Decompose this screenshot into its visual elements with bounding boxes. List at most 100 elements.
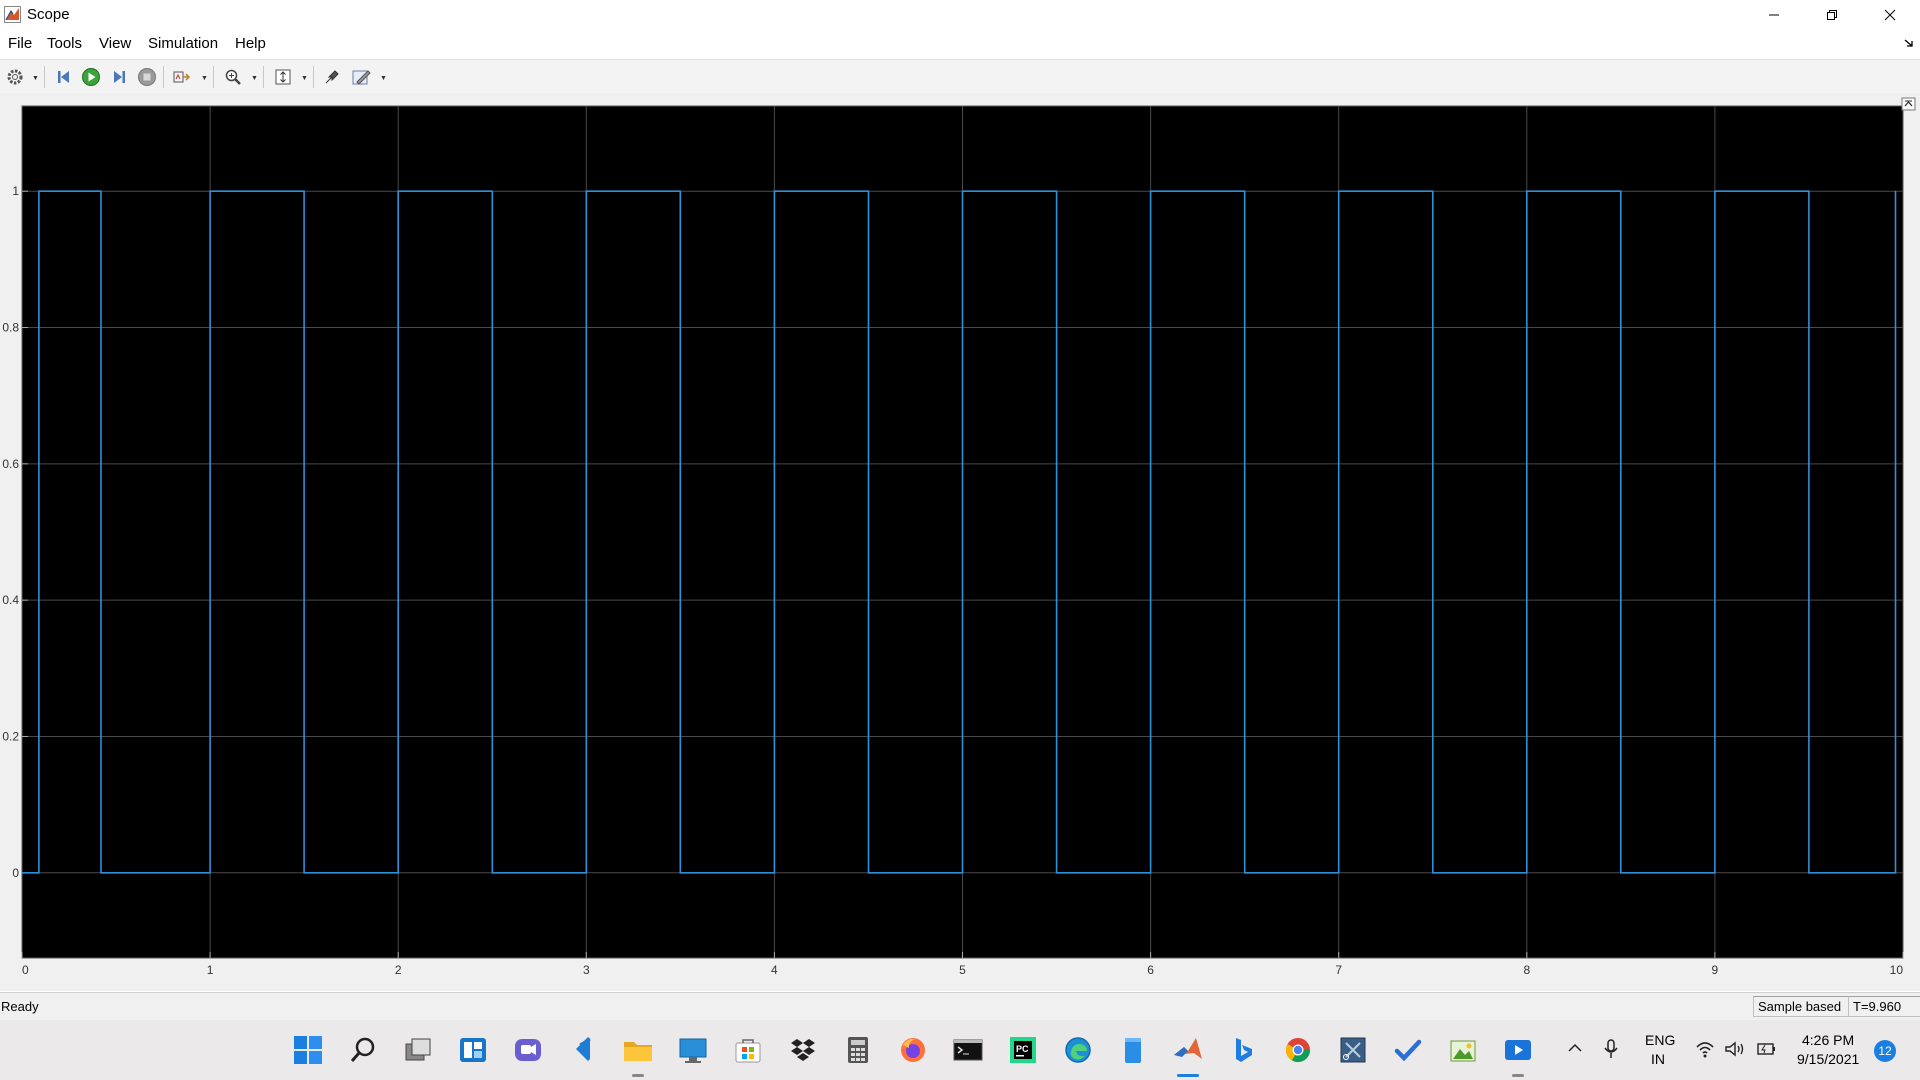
signal-point bbox=[867, 872, 870, 874]
signal-point bbox=[585, 872, 587, 874]
todo-button[interactable] bbox=[1390, 1032, 1426, 1068]
step-back-button[interactable] bbox=[53, 66, 75, 88]
battery-icon[interactable] bbox=[1754, 1040, 1776, 1058]
clock-date[interactable]: 9/15/2021 bbox=[1797, 1051, 1859, 1067]
menu-help[interactable]: Help bbox=[235, 35, 266, 52]
signal-selector-button[interactable] bbox=[172, 66, 194, 88]
scale-axes-button[interactable] bbox=[272, 66, 294, 88]
calculator-button[interactable] bbox=[840, 1032, 876, 1068]
sample-mode-indicator: Sample based bbox=[1753, 996, 1849, 1017]
terminal-button[interactable] bbox=[950, 1032, 986, 1068]
input-language-region[interactable]: IN bbox=[1651, 1051, 1665, 1067]
minimize-button[interactable] bbox=[1745, 0, 1803, 29]
dropbox-button[interactable] bbox=[785, 1032, 821, 1068]
task-view-button[interactable] bbox=[400, 1032, 436, 1068]
remote-desktop-button[interactable] bbox=[675, 1032, 711, 1068]
signal-selector-icon bbox=[173, 71, 191, 83]
task-view-icon bbox=[405, 1038, 431, 1061]
signal-point bbox=[773, 872, 776, 874]
microphone-icon[interactable] bbox=[1603, 1038, 1619, 1060]
step-forward-button[interactable] bbox=[108, 66, 130, 88]
windows-start-button[interactable] bbox=[290, 1032, 326, 1068]
signal-point bbox=[1620, 190, 1622, 192]
wifi-icon[interactable] bbox=[1695, 1040, 1715, 1058]
input-language[interactable]: ENG bbox=[1645, 1032, 1675, 1048]
toolbar-separator bbox=[313, 66, 314, 88]
signal-point bbox=[1526, 190, 1528, 192]
signal-point bbox=[679, 872, 681, 874]
style-dropdown-icon[interactable]: ▼ bbox=[380, 75, 387, 82]
scope-axes[interactable]: 0 1 2 3 4 5 6 7 8 9 10 0 0.2 0.4 0.6 0.8 1 bbox=[0, 93, 1920, 991]
simulation-time-indicator: T=9.960 bbox=[1848, 996, 1920, 1017]
chrome-button[interactable] bbox=[1280, 1032, 1316, 1068]
chat-icon bbox=[515, 1039, 541, 1061]
volume-icon[interactable] bbox=[1724, 1040, 1746, 1058]
bing-icon bbox=[1236, 1038, 1252, 1062]
search-icon bbox=[350, 1037, 375, 1062]
bing-button[interactable] bbox=[1225, 1032, 1261, 1068]
signal-point bbox=[209, 190, 211, 192]
firefox-icon bbox=[901, 1038, 925, 1062]
toolbar-separator bbox=[263, 66, 264, 88]
status-bar: Ready Sample based T=9.960 bbox=[0, 992, 1920, 1020]
run-icon bbox=[82, 68, 100, 86]
widgets-button[interactable] bbox=[455, 1032, 491, 1068]
search-button[interactable] bbox=[345, 1032, 381, 1068]
edge-button[interactable] bbox=[1060, 1032, 1096, 1068]
firefox-button[interactable] bbox=[895, 1032, 931, 1068]
show-hidden-icons-icon[interactable] bbox=[1567, 1041, 1583, 1055]
y-tick-label: 0.2 bbox=[2, 729, 19, 743]
highlight-simulink-block-icon bbox=[325, 70, 339, 84]
signal-selector-dropdown-icon[interactable]: ▼ bbox=[201, 75, 208, 82]
photos-button[interactable] bbox=[1445, 1032, 1481, 1068]
active-app-indicator bbox=[1177, 1074, 1199, 1077]
status-text: Ready bbox=[1, 999, 39, 1014]
windows-start-icon bbox=[294, 1036, 322, 1064]
chat-button[interactable] bbox=[510, 1032, 546, 1068]
menu-tools[interactable]: Tools bbox=[47, 35, 82, 52]
menu-simulation[interactable]: Simulation bbox=[148, 35, 218, 52]
notepad-button[interactable] bbox=[1115, 1032, 1151, 1068]
highlight-block-button[interactable] bbox=[321, 66, 343, 88]
signal-point bbox=[21, 872, 23, 874]
notepad-icon bbox=[1125, 1038, 1141, 1063]
style-button[interactable] bbox=[351, 66, 373, 88]
zoom-button[interactable] bbox=[222, 66, 244, 88]
undock-icon[interactable] bbox=[1904, 38, 1914, 48]
restore-button[interactable] bbox=[1803, 0, 1861, 29]
stop-button[interactable] bbox=[136, 66, 158, 88]
x-tick-label: 4 bbox=[771, 963, 778, 977]
signal-point bbox=[585, 190, 587, 192]
menu-view[interactable]: View bbox=[99, 35, 131, 52]
menu-file[interactable]: File bbox=[8, 35, 32, 52]
signal-point bbox=[1432, 872, 1434, 874]
settings-dropdown-icon[interactable]: ▼ bbox=[32, 75, 39, 82]
zoom-dropdown-icon[interactable]: ▼ bbox=[251, 75, 258, 82]
close-button[interactable] bbox=[1861, 0, 1919, 29]
clock-time[interactable]: 4:26 PM bbox=[1802, 1032, 1854, 1048]
menu-bar: File Tools View Simulation Help bbox=[0, 32, 1920, 58]
minimize-icon bbox=[1769, 14, 1779, 15]
signal-point bbox=[491, 872, 493, 874]
settings-button[interactable] bbox=[4, 66, 26, 88]
run-button[interactable] bbox=[80, 66, 102, 88]
vscode-button[interactable] bbox=[565, 1032, 601, 1068]
signal-point bbox=[397, 190, 399, 192]
signal-point bbox=[1714, 190, 1716, 192]
matlab-icon bbox=[1174, 1038, 1202, 1059]
window-title: Scope bbox=[27, 6, 70, 23]
file-explorer-button[interactable] bbox=[620, 1032, 656, 1068]
snipping-tool-button[interactable] bbox=[1335, 1032, 1371, 1068]
signal-point bbox=[491, 190, 493, 192]
maximize-axes-button[interactable] bbox=[1901, 97, 1916, 111]
microsoft-store-button[interactable] bbox=[730, 1032, 766, 1068]
media-player-button[interactable] bbox=[1500, 1032, 1536, 1068]
pycharm-button[interactable]: PC bbox=[1005, 1032, 1041, 1068]
scale-axes-dropdown-icon[interactable]: ▼ bbox=[301, 75, 308, 82]
notification-badge[interactable]: 12 bbox=[1874, 1040, 1896, 1062]
matlab-button[interactable] bbox=[1170, 1032, 1206, 1068]
y-tick-label: 0.4 bbox=[2, 593, 19, 607]
x-tick-label: 6 bbox=[1147, 963, 1154, 977]
signal-point bbox=[100, 190, 102, 192]
y-tick-label: 0 bbox=[12, 866, 19, 880]
